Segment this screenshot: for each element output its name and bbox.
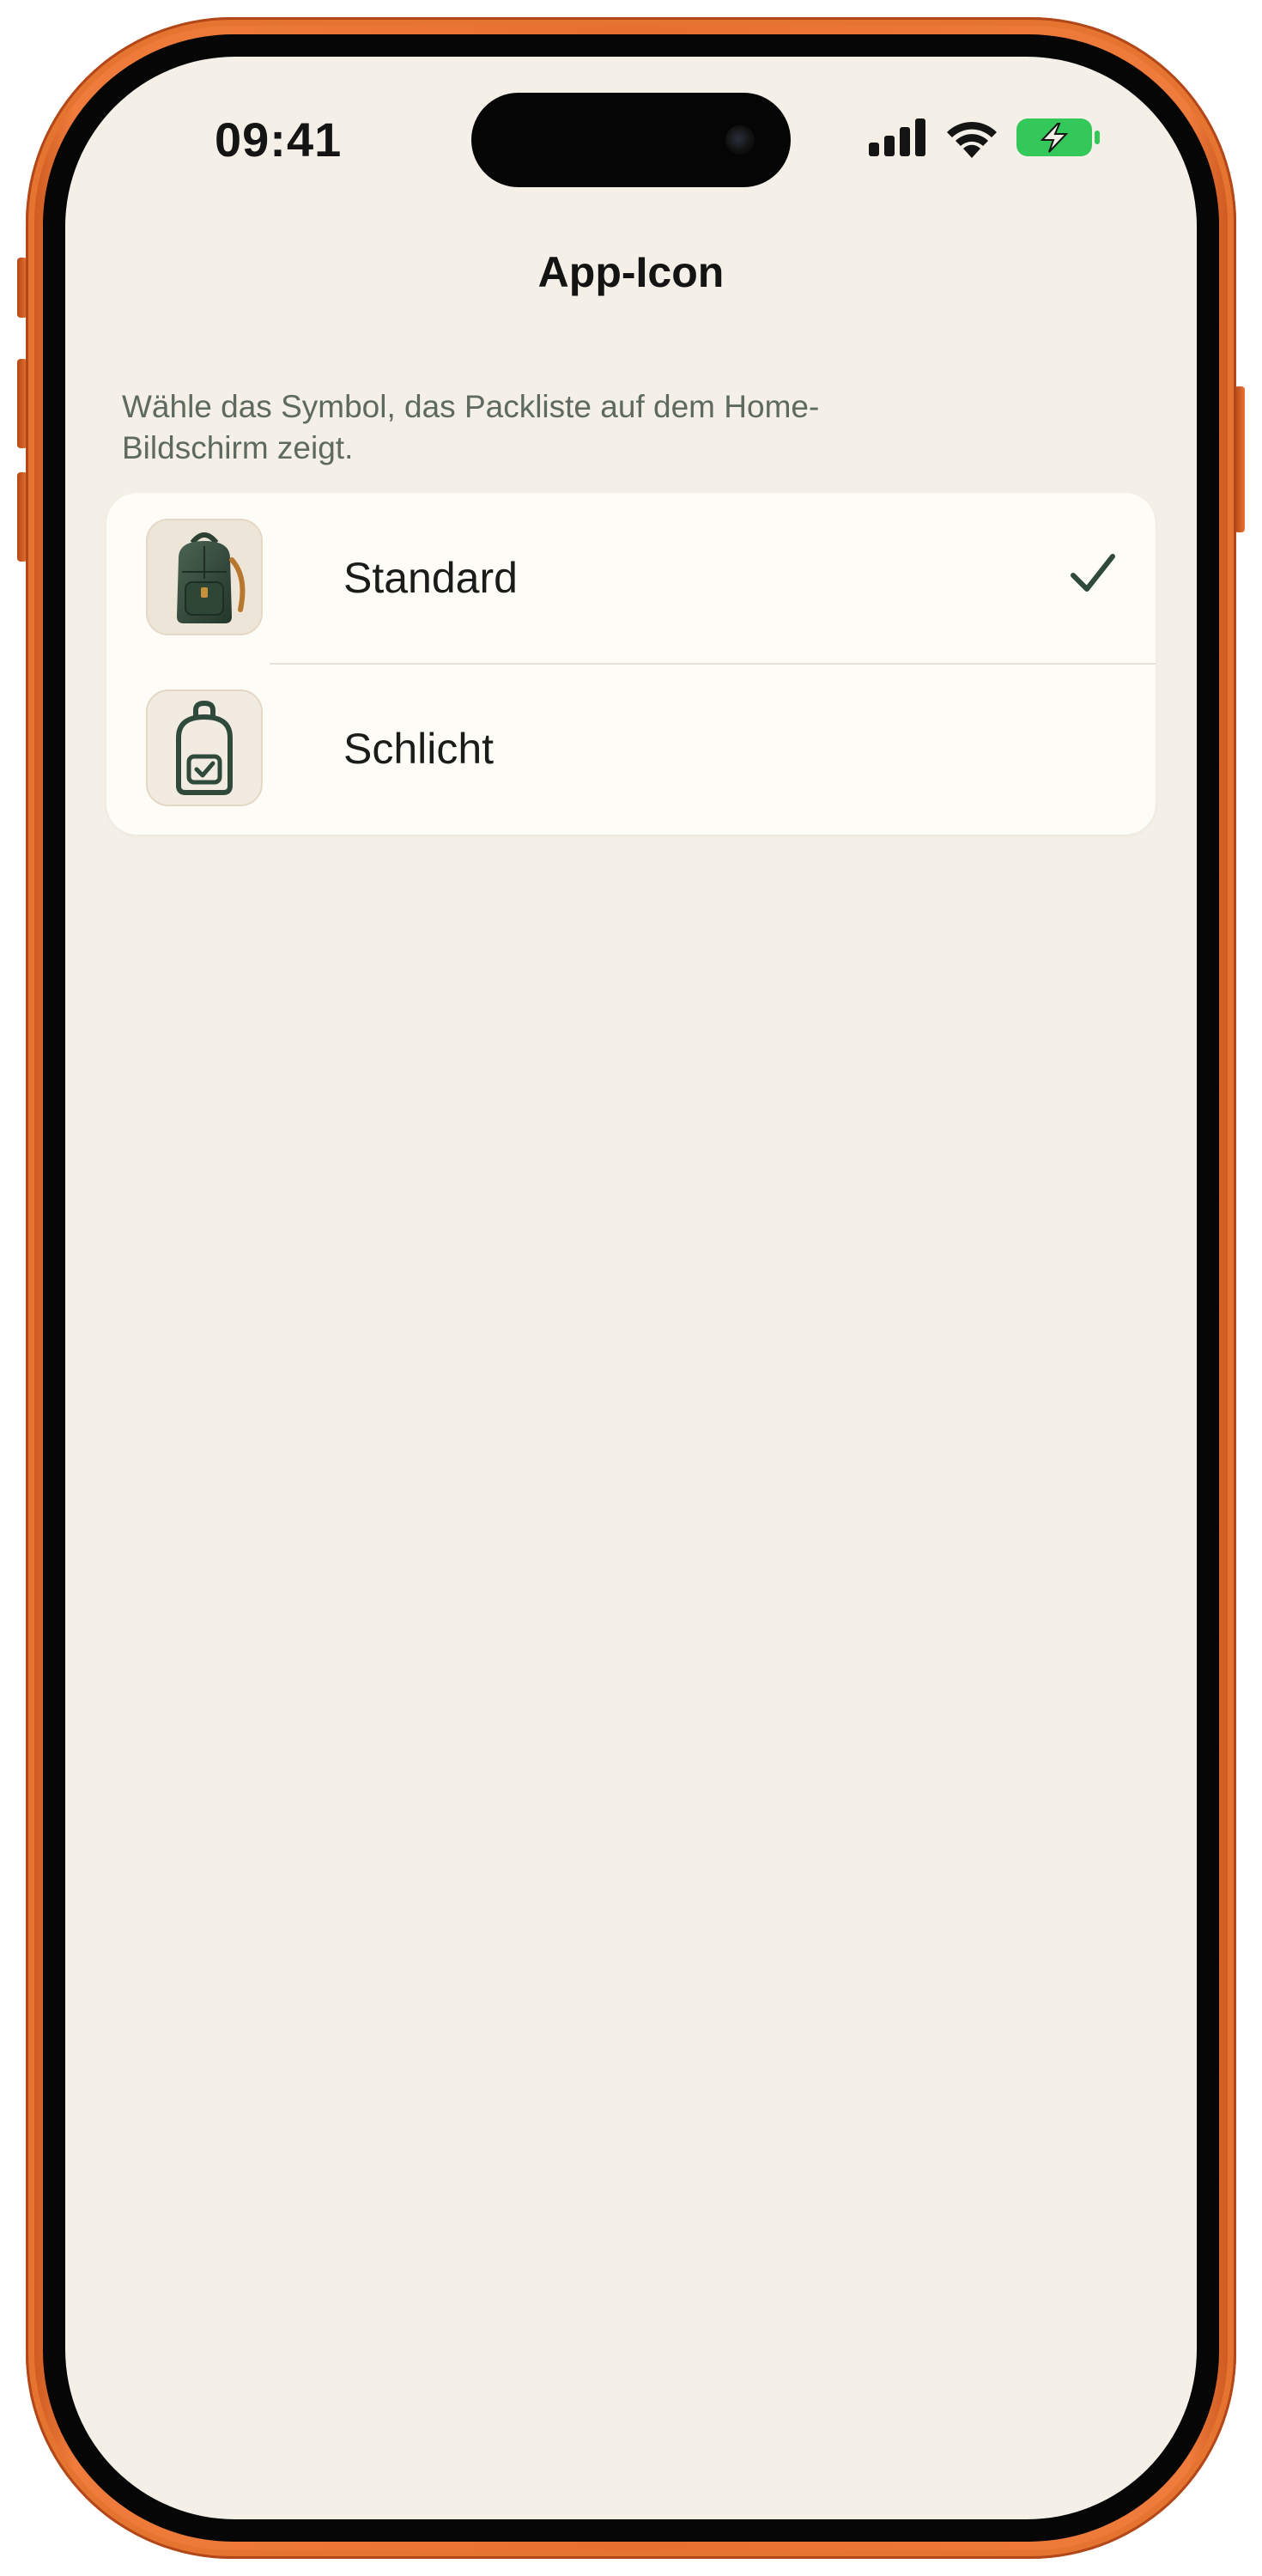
icon-option-standard[interactable]: Standard xyxy=(106,493,1156,665)
status-icons xyxy=(869,113,1102,165)
device-stage: 09:41 App-Icon Wähle das Symbol, das Pac… xyxy=(0,0,1262,2576)
icon-option-label: Schlicht xyxy=(343,725,494,773)
dynamic-island xyxy=(471,93,791,187)
icon-option-label: Standard xyxy=(343,554,518,602)
section-description-line-2: Bildschirm zeigt. xyxy=(122,430,354,465)
page-title: App-Icon xyxy=(537,248,725,296)
screen: 09:41 App-Icon Wähle das Symbol, das Pac… xyxy=(65,57,1197,2519)
icon-option-schlicht[interactable]: Schlicht xyxy=(106,664,1156,835)
section-description-line-1: Wähle das Symbol, das Packliste auf dem … xyxy=(122,389,820,424)
signal-icon xyxy=(869,118,927,161)
front-camera xyxy=(725,125,755,155)
checkmark-icon xyxy=(1070,551,1116,598)
wifi-icon xyxy=(944,117,999,162)
backpack-color-icon xyxy=(146,519,263,635)
icon-options-list: Standard Schlicht xyxy=(106,493,1156,835)
section-description: Wähle das Symbol, das Packliste auf dem … xyxy=(122,386,946,469)
status-time: 09:41 xyxy=(215,112,343,167)
battery-charging-icon xyxy=(1016,117,1102,162)
backpack-outline-icon xyxy=(146,690,263,806)
